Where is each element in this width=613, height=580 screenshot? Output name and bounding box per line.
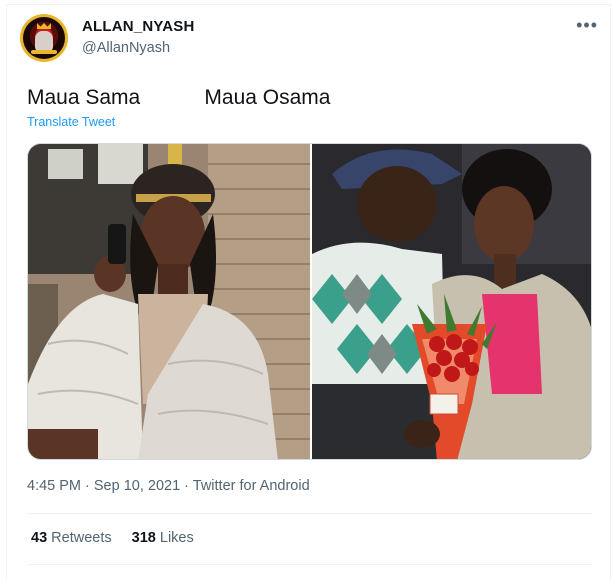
- likes-label: Likes: [159, 530, 194, 546]
- divider: [27, 564, 592, 565]
- avatar-figure: [35, 31, 53, 51]
- tweet-timestamp[interactable]: 4:45 PM · Sep 10, 2021 · Twitter for And…: [27, 478, 310, 494]
- retweets-count: 43: [31, 530, 48, 546]
- media-photo-left[interactable]: [28, 144, 310, 459]
- media-photo-right[interactable]: [312, 144, 591, 459]
- tweet-stats: 43 Retweets 318 Likes: [31, 530, 210, 546]
- divider: [27, 513, 592, 514]
- author-handle[interactable]: @AllanNyash: [82, 40, 170, 56]
- author-name[interactable]: ALLAN_NYASH: [82, 18, 195, 35]
- likes-stat[interactable]: 318 Likes: [132, 530, 194, 546]
- translate-tweet-link[interactable]: Translate Tweet: [27, 115, 115, 129]
- tweet-text: Maua Sama Maua Osama: [27, 86, 331, 109]
- photo-couple-roses: [312, 144, 591, 459]
- more-options-icon[interactable]: •••: [576, 16, 598, 34]
- retweets-stat[interactable]: 43 Retweets: [31, 530, 112, 546]
- retweets-label: Retweets: [51, 530, 112, 546]
- likes-count: 318: [131, 530, 156, 546]
- avatar[interactable]: [20, 14, 68, 62]
- tweet-media[interactable]: [27, 143, 592, 460]
- photo-woman-jacket: [28, 144, 310, 459]
- avatar-base: [31, 50, 57, 54]
- tweet-header: ALLAN_NYASH @AllanNyash •••: [20, 14, 600, 70]
